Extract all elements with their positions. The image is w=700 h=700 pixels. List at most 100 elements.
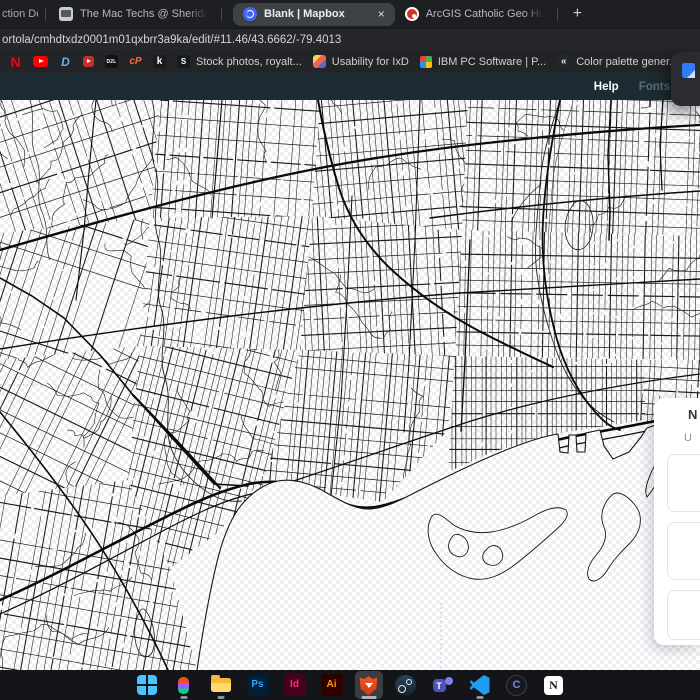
browser-popup-card[interactable] [671, 52, 700, 106]
windows-taskbar: Ps Id Ai C N [0, 670, 700, 700]
vscode-icon [469, 675, 490, 695]
tab-mapbox-active[interactable]: Blank | Mapbox × [233, 2, 395, 26]
brave-taskbar-button[interactable] [354, 671, 383, 699]
street-grid [0, 100, 160, 233]
cinema4d-taskbar-button[interactable]: C [503, 671, 531, 699]
netflix-icon [9, 55, 22, 68]
bookmarks-bar: Stock photos, royalt... Usability for IxD… [0, 50, 700, 73]
url-text: ortola/cmhdtxdz0001m01qxbrr3a9ka/edit/#1… [2, 33, 342, 46]
mapbox-favicon-icon [243, 7, 257, 21]
illustrator-taskbar-button[interactable]: Ai [318, 671, 346, 699]
side-panel-heading: N [688, 407, 698, 422]
street-grid [150, 100, 320, 218]
vscode-taskbar-button[interactable] [466, 671, 494, 699]
fonts-link[interactable]: Fonts [639, 81, 670, 93]
side-panel-card[interactable] [667, 590, 700, 640]
major-road [607, 100, 612, 241]
youtube-icon [33, 56, 48, 67]
side-panel: N U [654, 398, 700, 645]
bookmark-red-play[interactable] [83, 56, 94, 67]
tab-close-icon[interactable]: × [378, 7, 385, 21]
bookmark-cpanel[interactable] [129, 55, 142, 68]
running-indicator [217, 696, 224, 699]
blue-document-icon [682, 63, 695, 78]
usability-ixd-icon [312, 55, 326, 68]
tab-arcgis[interactable]: ArcGIS Catholic Geo Hub - Brave Sea [399, 0, 550, 28]
bookmark-youtube[interactable] [33, 56, 48, 67]
mapbox-studio-header: Help Fonts [0, 73, 700, 100]
lake-fill [197, 408, 700, 670]
file-explorer-taskbar-button[interactable] [207, 671, 235, 699]
d2l-icon [105, 55, 118, 68]
figma-icon [178, 676, 189, 694]
map-canvas[interactable] [0, 100, 700, 670]
windows-start-icon [136, 675, 157, 695]
indesign-icon: Id [283, 674, 306, 696]
cinema4d-icon: C [506, 674, 527, 696]
cpanel-icon [129, 55, 142, 68]
teams-icon [432, 675, 454, 695]
address-bar[interactable]: ortola/cmhdtxdz0001m01qxbrr3a9ka/edit/#1… [0, 28, 700, 50]
indesign-taskbar-button[interactable]: Id [281, 671, 309, 699]
new-tab-button[interactable]: + [565, 5, 590, 23]
bookmark-usability-ixd[interactable]: Usability for IxD [312, 55, 409, 68]
bookmark-d2l[interactable] [105, 55, 118, 68]
tab-label: The Mac Techs @ Sheridan :: Laser Fil [80, 8, 208, 20]
figma-taskbar-button[interactable] [170, 671, 198, 699]
brave-icon [359, 676, 378, 696]
tab-partial-label: ction Des [2, 8, 38, 20]
stock-photos-icon [177, 55, 190, 68]
water-feature-outline [134, 608, 155, 658]
windows-start-taskbar-button[interactable] [133, 671, 161, 699]
red-play-icon [83, 56, 94, 67]
bookmark-label: IBM PC Software | P... [437, 55, 547, 68]
photoshop-taskbar-button[interactable]: Ps [244, 671, 272, 699]
kijiji-icon [153, 55, 166, 68]
side-panel-card[interactable] [667, 454, 700, 512]
tab-mac-techs[interactable]: The Mac Techs @ Sheridan :: Laser Fil [53, 0, 214, 28]
bookmark-label: Stock photos, royalt... [196, 55, 302, 68]
photoshop-icon: Ps [246, 674, 269, 696]
teams-taskbar-button[interactable] [429, 671, 457, 699]
tab-partial[interactable]: ction Des [0, 8, 38, 20]
illustrator-icon-text: Ai [326, 679, 337, 690]
tab-label: ArcGIS Catholic Geo Hub - Brave Sea [425, 8, 544, 20]
browser-tab-bar: ction Des The Mac Techs @ Sheridan :: La… [0, 0, 700, 28]
running-indicator [180, 696, 187, 699]
ibm-pc-icon [419, 55, 432, 68]
bookmark-ibm-pc[interactable]: IBM PC Software | P... [419, 55, 547, 68]
disney-plus-icon [59, 55, 72, 68]
running-indicator [361, 696, 376, 699]
running-indicator [476, 696, 483, 699]
help-link[interactable]: Help [594, 81, 619, 93]
bookmark-label: Color palette gener... [576, 55, 679, 68]
cinema4d-icon-text: C [512, 678, 521, 691]
indesign-icon-text: Id [290, 679, 299, 690]
desktop-screen: ction Des The Mac Techs @ Sheridan :: La… [0, 0, 700, 700]
tab-separator [221, 7, 222, 21]
color-palette-icon [557, 55, 571, 68]
bookmark-netflix[interactable] [9, 55, 22, 68]
photoshop-icon-text: Ps [251, 679, 264, 690]
river-path [547, 105, 573, 275]
bookmark-color-palette[interactable]: Color palette gener... [557, 55, 678, 68]
side-panel-subheading: U [684, 432, 692, 444]
bookmark-kijiji[interactable] [153, 55, 166, 68]
tab-label: Blank | Mapbox [264, 8, 345, 20]
side-panel-card[interactable] [667, 522, 700, 580]
steam-icon [395, 674, 416, 696]
tab-separator [45, 7, 46, 21]
bookmark-disney-plus[interactable] [59, 55, 72, 68]
map-area[interactable]: N U [0, 100, 700, 670]
bookmark-stock-photos[interactable]: Stock photos, royalt... [177, 55, 302, 68]
notion-icon: N [544, 675, 563, 695]
mac-techs-favicon-icon [59, 7, 73, 21]
bookmark-label: Usability for IxD [331, 55, 409, 68]
steam-taskbar-button[interactable] [392, 671, 420, 699]
major-road [0, 278, 700, 350]
arcgis-favicon-icon [404, 7, 419, 21]
notion-taskbar-button[interactable]: N [540, 671, 568, 699]
major-road [659, 100, 664, 191]
illustrator-icon: Ai [320, 674, 343, 696]
tab-separator [556, 7, 558, 21]
